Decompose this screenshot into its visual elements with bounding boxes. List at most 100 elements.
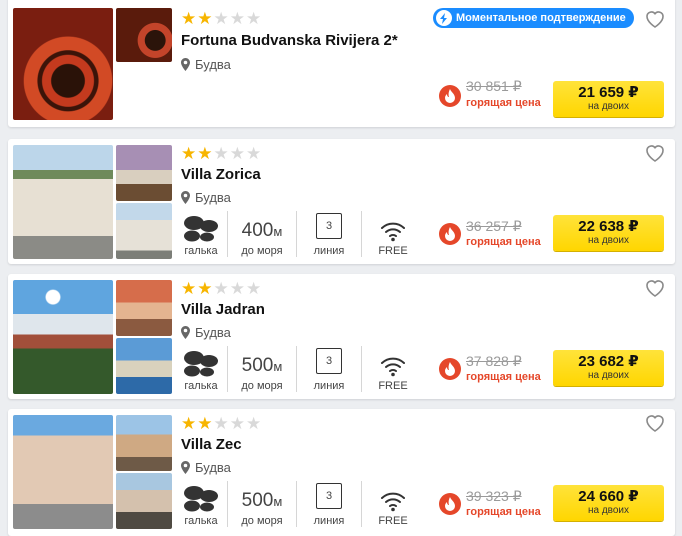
wifi-label: FREE bbox=[378, 380, 408, 392]
price-button[interactable]: 21 659 ₽ на двоих bbox=[553, 81, 664, 117]
heart-icon[interactable] bbox=[645, 414, 665, 432]
star-icon: ★ bbox=[229, 279, 245, 298]
map-pin-icon bbox=[181, 326, 190, 339]
pebbles-icon bbox=[184, 351, 218, 377]
hotel-photo-main[interactable] bbox=[13, 280, 113, 394]
hotel-photo-thumb[interactable] bbox=[116, 415, 172, 471]
hotel-name[interactable]: Fortuna Budvanska Rivijera 2* bbox=[181, 32, 398, 49]
hotel-location: Будва bbox=[181, 190, 231, 205]
heart-icon[interactable] bbox=[645, 10, 665, 28]
heart-icon[interactable] bbox=[645, 144, 665, 162]
star-icon: ★ bbox=[197, 144, 213, 163]
wifi-icon bbox=[381, 222, 405, 242]
price-button[interactable]: 24 660 ₽ на двоих bbox=[553, 485, 664, 521]
star-rating: ★ ★ ★ ★ ★ bbox=[181, 10, 261, 27]
wifi-label: FREE bbox=[378, 515, 408, 527]
star-icon: ★ bbox=[181, 9, 197, 28]
location-text: Будва bbox=[195, 57, 231, 72]
hotel-photo-thumb[interactable] bbox=[116, 8, 172, 62]
hotel-photo-thumb[interactable] bbox=[116, 145, 172, 201]
hotel-photo-main[interactable] bbox=[13, 145, 113, 259]
location-text: Будва bbox=[195, 460, 231, 475]
pebbles-icon bbox=[184, 216, 218, 242]
star-icon: ★ bbox=[213, 414, 229, 433]
old-price: 37 828 ₽ bbox=[466, 353, 522, 369]
wifi-label: FREE bbox=[378, 245, 408, 257]
star-icon: ★ bbox=[181, 414, 197, 433]
divider bbox=[361, 211, 362, 257]
hot-price-label: горящая цена bbox=[466, 236, 541, 248]
star-icon: ★ bbox=[229, 144, 245, 163]
sea-distance: 500м до моря bbox=[234, 481, 290, 528]
price-button[interactable]: 23 682 ₽ на двоих bbox=[553, 350, 664, 386]
old-price: 39 323 ₽ bbox=[466, 488, 522, 504]
hotel-name[interactable]: Villa Zorica bbox=[181, 166, 261, 183]
hotel-card[interactable]: ★ ★ ★ ★ ★ Villa Zorica Будва галька 400м до … bbox=[8, 139, 675, 264]
distance-unit: м bbox=[273, 359, 283, 374]
star-icon: ★ bbox=[181, 279, 197, 298]
price-value: 22 638 ₽ bbox=[578, 218, 639, 235]
distance-unit: м bbox=[273, 494, 283, 509]
location-text: Будва bbox=[195, 190, 231, 205]
hotel-card[interactable]: ★ ★ ★ ★ ★ Villa Zec Будва галька 500м до мор… bbox=[8, 409, 675, 536]
line-label: линия bbox=[313, 245, 345, 257]
star-icon: ★ bbox=[246, 144, 262, 163]
flame-icon bbox=[439, 493, 461, 515]
price-for-two-label: на двоих bbox=[587, 235, 630, 246]
wifi-icon bbox=[381, 492, 405, 512]
hotel-photo-thumb[interactable] bbox=[116, 338, 172, 394]
hotel-card[interactable]: ★ ★ ★ ★ ★ Fortuna Budvanska Rivijera 2* Будв… bbox=[8, 0, 675, 127]
divider bbox=[227, 211, 228, 257]
star-icon: ★ bbox=[246, 279, 262, 298]
star-icon: ★ bbox=[246, 9, 262, 28]
instant-confirmation-badge: Моментальное подтверждение bbox=[433, 8, 634, 28]
beach-type: галька bbox=[181, 346, 221, 392]
hotel-photo-main[interactable] bbox=[13, 415, 113, 529]
hotel-location: Будва bbox=[181, 325, 231, 340]
hotel-photo-thumb[interactable] bbox=[116, 473, 172, 529]
sea-distance: 400м до моря bbox=[234, 211, 290, 258]
price-for-two-label: на двоих bbox=[587, 370, 630, 381]
price-value: 23 682 ₽ bbox=[578, 353, 639, 370]
hotel-card[interactable]: ★ ★ ★ ★ ★ Villa Jadran Будва галька 500м до … bbox=[8, 274, 675, 399]
star-icon: ★ bbox=[246, 414, 262, 433]
flame-icon bbox=[439, 358, 461, 380]
beach-type-label: галька bbox=[184, 515, 218, 527]
star-icon: ★ bbox=[213, 279, 229, 298]
distance-label: до моря bbox=[241, 380, 283, 392]
hot-price-label: горящая цена bbox=[466, 97, 541, 109]
divider bbox=[361, 346, 362, 392]
beach-type-label: галька bbox=[184, 245, 218, 257]
distance-label: до моря bbox=[241, 515, 283, 527]
pebbles-icon bbox=[184, 486, 218, 512]
price-value: 21 659 ₽ bbox=[578, 84, 639, 101]
beach-line: 3 линия bbox=[303, 481, 355, 527]
wifi-info: FREE bbox=[368, 211, 418, 257]
star-icon: ★ bbox=[213, 9, 229, 28]
beach-type: галька bbox=[181, 211, 221, 257]
distance-unit: м bbox=[273, 224, 283, 239]
hotel-name[interactable]: Villa Zec bbox=[181, 436, 242, 453]
map-pin-icon bbox=[181, 461, 190, 474]
wifi-icon bbox=[381, 357, 405, 377]
hotel-photo-thumb[interactable] bbox=[116, 280, 172, 336]
hotel-photo-thumb[interactable] bbox=[116, 203, 172, 259]
heart-icon[interactable] bbox=[645, 279, 665, 297]
hotel-name[interactable]: Villa Jadran bbox=[181, 301, 265, 318]
old-price: 36 257 ₽ bbox=[466, 218, 522, 234]
distance-label: до моря bbox=[241, 245, 283, 257]
hotel-list: ★ ★ ★ ★ ★ Fortuna Budvanska Rivijera 2* Будв… bbox=[0, 0, 682, 536]
star-rating: ★ ★ ★ ★ ★ bbox=[181, 415, 261, 432]
star-icon: ★ bbox=[229, 9, 245, 28]
price-for-two-label: на двоих bbox=[587, 101, 630, 112]
hotel-location: Будва bbox=[181, 460, 231, 475]
star-icon: ★ bbox=[197, 9, 213, 28]
star-icon: ★ bbox=[229, 414, 245, 433]
price-button[interactable]: 22 638 ₽ на двоих bbox=[553, 215, 664, 251]
beach-type: галька bbox=[181, 481, 221, 527]
amenities-row: галька 500м до моря 3 линия FREE bbox=[181, 346, 418, 392]
beach-line: 3 линия bbox=[303, 211, 355, 257]
line-label: линия bbox=[313, 380, 345, 392]
hotel-photo-main[interactable] bbox=[13, 8, 113, 120]
star-rating: ★ ★ ★ ★ ★ bbox=[181, 280, 261, 297]
